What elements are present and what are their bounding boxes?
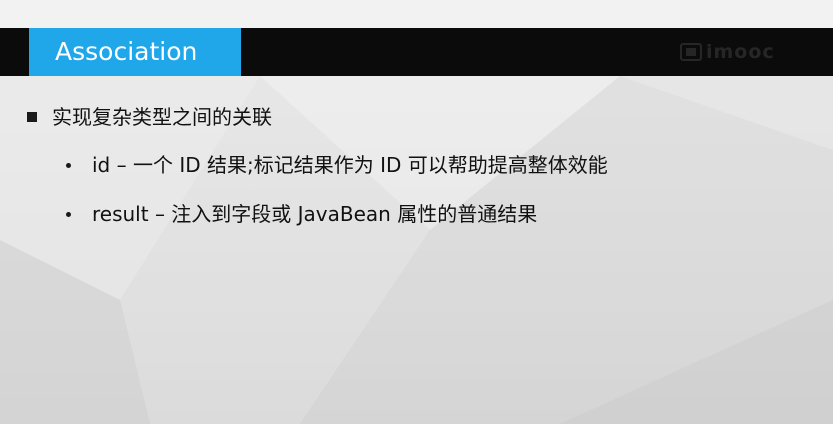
bullet-item: 实现复杂类型之间的关联 xyxy=(27,102,272,132)
sub-bullet-item-result: result – 注入到字段或 JavaBean 属性的普通结果 xyxy=(66,199,537,229)
slide: Association imooc 实现复杂类型之间的关联 id – 一个 ID… xyxy=(0,0,833,424)
dot-bullet-icon xyxy=(66,211,71,217)
sub-bullet-item-id: id – 一个 ID 结果;标记结果作为 ID 可以帮助提高整体效能 xyxy=(66,150,608,180)
sub-bullet-text: result – 注入到字段或 JavaBean 属性的普通结果 xyxy=(92,202,538,226)
slide-content: 实现复杂类型之间的关联 id – 一个 ID 结果;标记结果作为 ID 可以帮助… xyxy=(0,0,833,424)
sub-bullet-text: id – 一个 ID 结果;标记结果作为 ID 可以帮助提高整体效能 xyxy=(92,153,608,177)
bullet-text: 实现复杂类型之间的关联 xyxy=(52,105,272,129)
dot-bullet-icon xyxy=(66,162,71,168)
square-bullet-icon xyxy=(27,112,37,122)
